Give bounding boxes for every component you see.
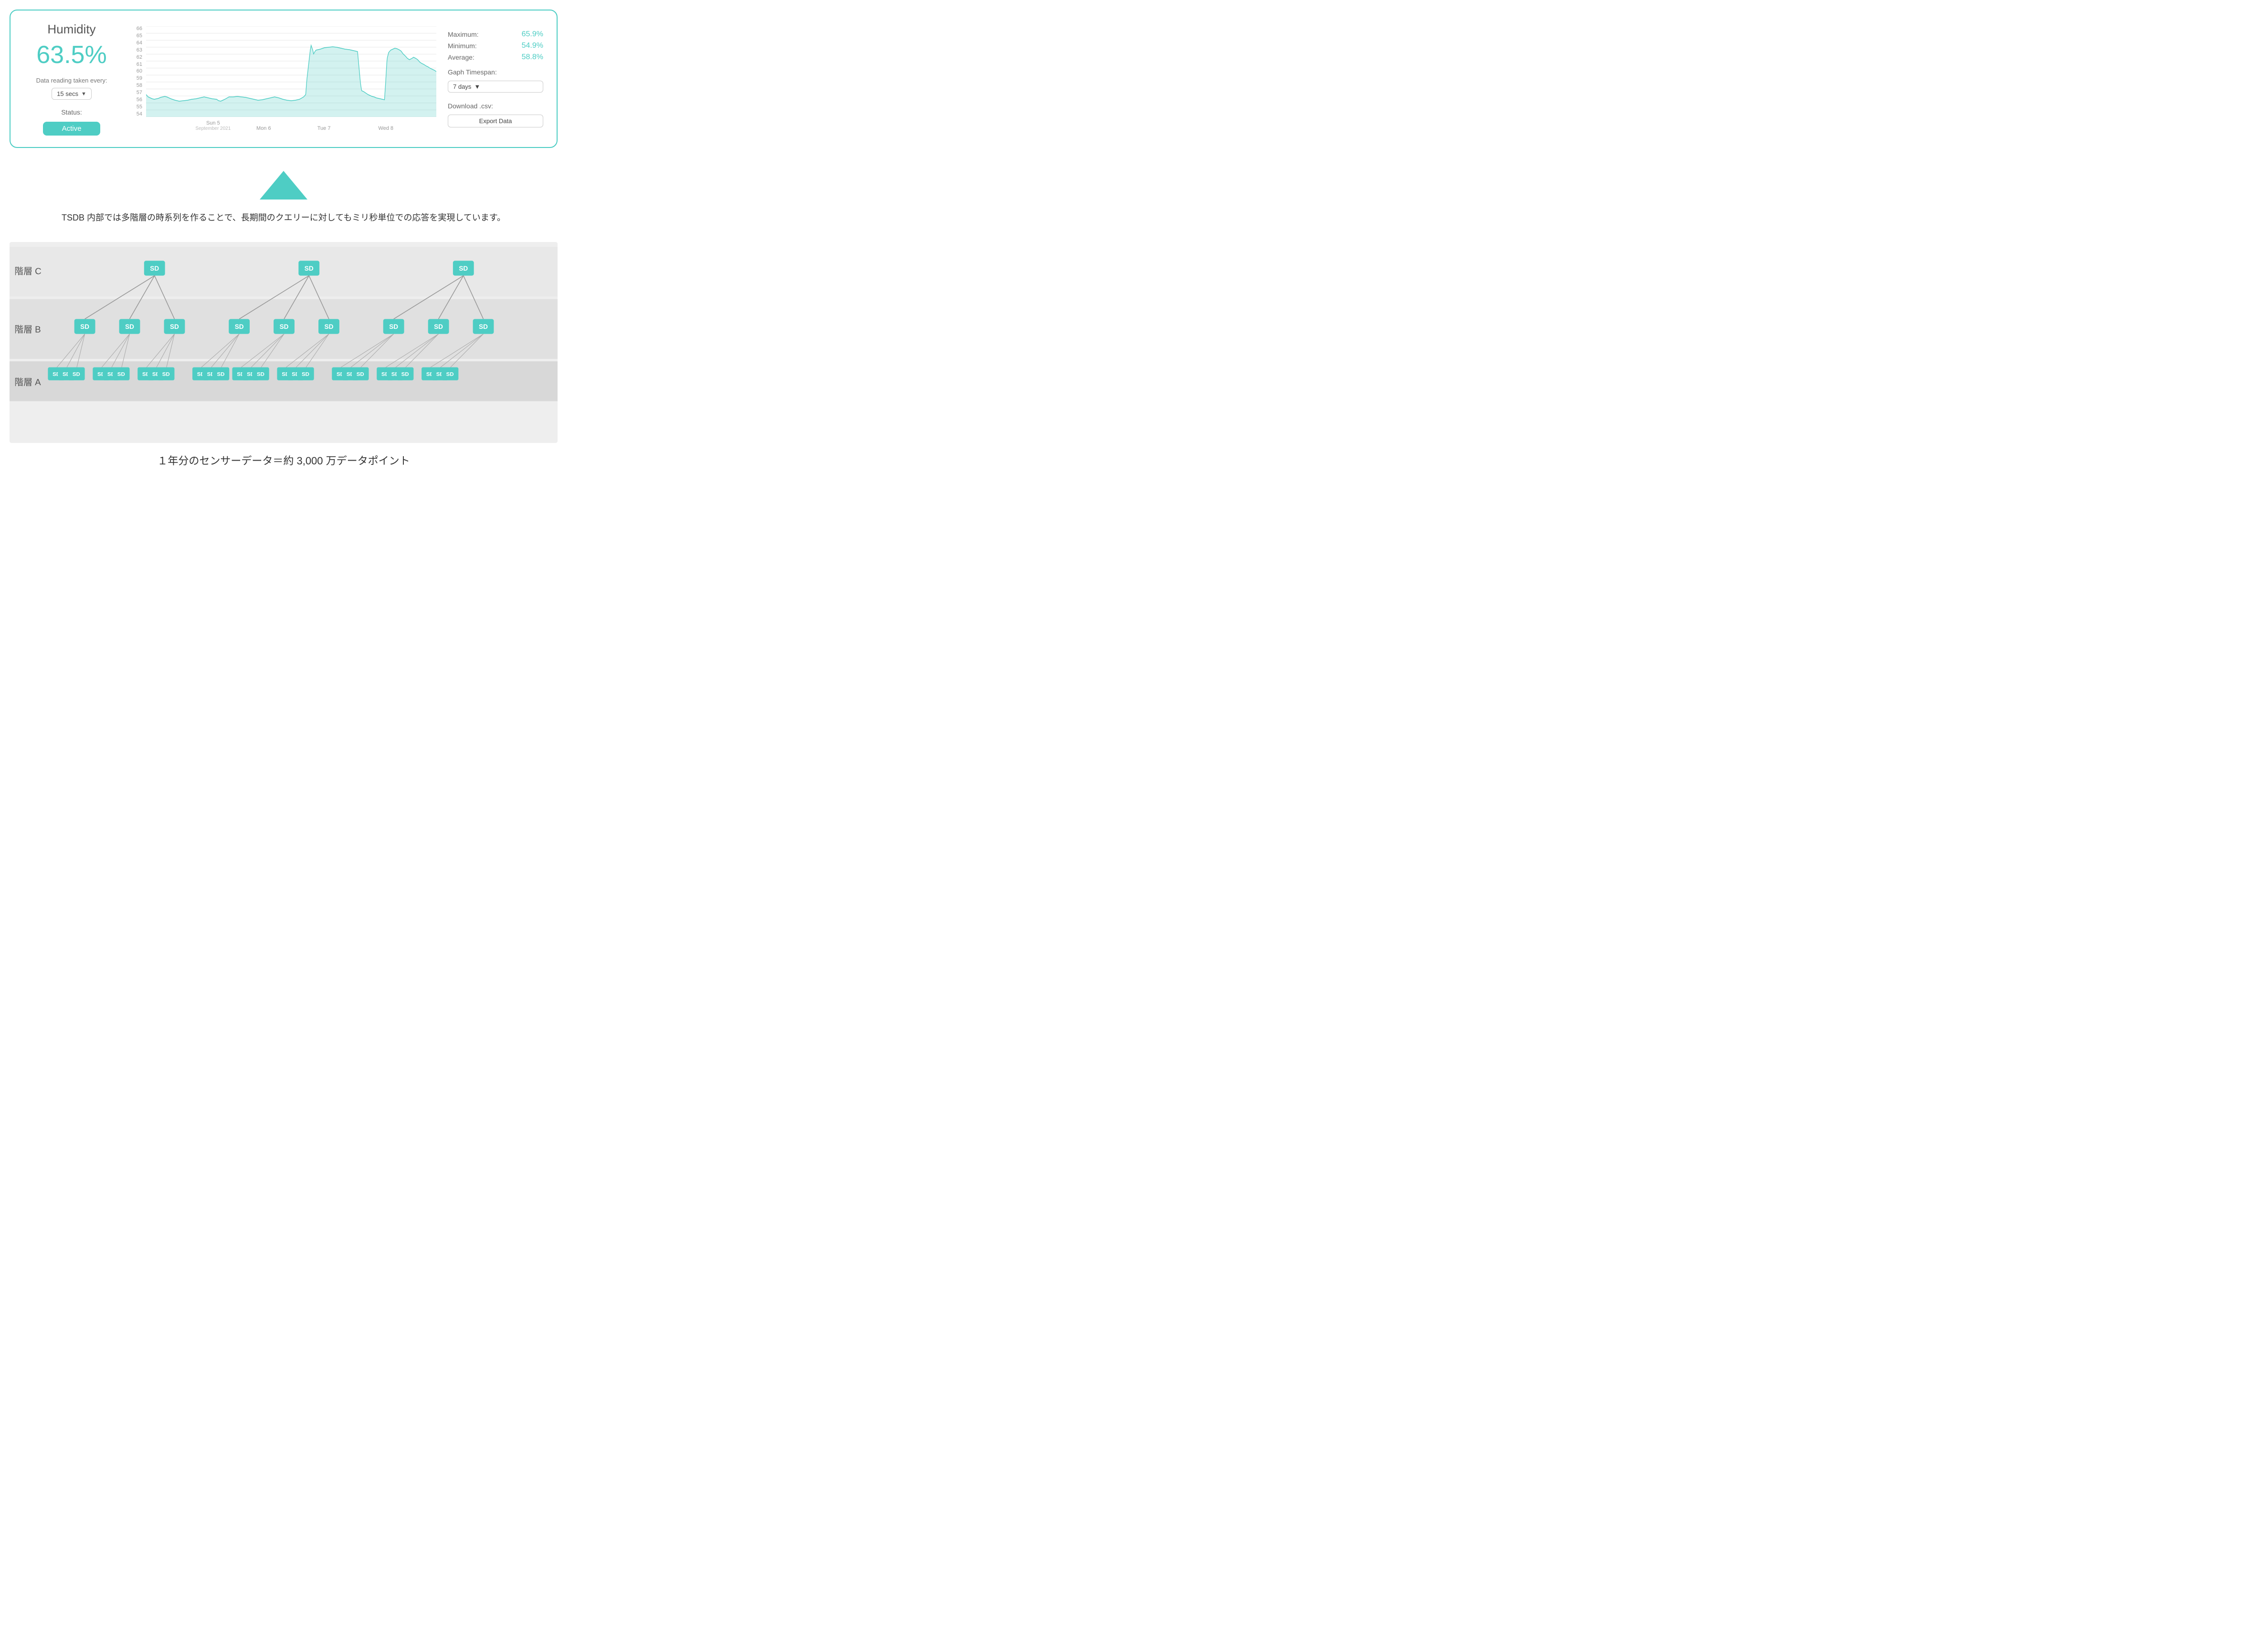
y-tick: 60 — [137, 69, 142, 74]
arrow-section — [10, 171, 558, 200]
x-label-sun5: Sun 5September 2021 — [195, 120, 231, 131]
y-tick: 64 — [137, 41, 142, 46]
sensor-card: Humidity 63.5% Data reading taken every:… — [10, 10, 558, 148]
stat-row-max: Maximum: 65.9% — [448, 30, 543, 39]
svg-text:SD: SD — [401, 371, 409, 377]
svg-text:SD: SD — [302, 371, 309, 377]
svg-text:SD: SD — [73, 371, 80, 377]
y-tick: 62 — [137, 55, 142, 60]
avg-label: Average: — [448, 53, 475, 61]
interval-select[interactable]: 15 secs ▼ — [52, 88, 92, 100]
svg-text:SD: SD — [170, 323, 179, 330]
layer-a-label: 階層 A — [14, 377, 41, 387]
svg-text:SD: SD — [479, 323, 488, 330]
chevron-down-icon: ▼ — [474, 83, 480, 90]
export-button[interactable]: Export Data — [448, 115, 543, 127]
chart-wrapper: 66 65 64 63 62 61 60 59 58 57 56 55 54 — [131, 26, 436, 131]
x-label-tue7: Tue 7 — [317, 126, 331, 131]
y-tick: 59 — [137, 76, 142, 81]
layer-b-label: 階層 B — [14, 324, 41, 334]
reading-label: Data reading taken every: — [36, 77, 107, 84]
timespan-label: Gaph Timespan: — [448, 68, 543, 76]
stat-row-avg: Average: 58.8% — [448, 53, 543, 62]
svg-text:SD: SD — [162, 371, 170, 377]
y-tick: 61 — [137, 62, 142, 67]
avg-value: 58.8% — [522, 53, 543, 62]
footer-text: １年分のセンサーデータ＝約 3,000 万データポイント — [10, 452, 558, 468]
svg-text:SD: SD — [446, 371, 454, 377]
svg-text:SD: SD — [125, 323, 134, 330]
download-label: Download .csv: — [448, 102, 543, 110]
svg-text:SD: SD — [305, 265, 314, 272]
svg-text:SD: SD — [80, 323, 89, 330]
min-value: 54.9% — [522, 42, 543, 50]
svg-text:SD: SD — [280, 323, 289, 330]
layer-c-label: 階層 C — [14, 266, 41, 276]
x-label-wed8: Wed 8 — [378, 126, 393, 131]
timespan-value: 7 days — [453, 83, 471, 90]
y-tick: 57 — [137, 90, 142, 95]
y-tick: 65 — [137, 33, 142, 39]
up-arrow-icon — [260, 171, 307, 200]
x-labels: Sun 5September 2021 Mon 6 Tue 7 Wed 8 — [146, 117, 436, 131]
y-tick: 58 — [137, 83, 142, 88]
max-label: Maximum: — [448, 31, 479, 38]
y-axis: 66 65 64 63 62 61 60 59 58 57 56 55 54 — [131, 26, 144, 117]
svg-text:SD: SD — [150, 265, 159, 272]
svg-text:SD: SD — [389, 323, 398, 330]
stat-row-min: Minimum: 54.9% — [448, 42, 543, 50]
chart-area — [146, 26, 436, 117]
y-tick: 55 — [137, 105, 142, 110]
svg-text:SD: SD — [235, 323, 244, 330]
chevron-down-icon: ▼ — [81, 91, 86, 97]
svg-text:SD: SD — [117, 371, 125, 377]
y-tick: 56 — [137, 97, 142, 103]
status-badge: Active — [43, 122, 101, 136]
jp-description: TSDB 内部では多階層の時系列を作ることで、長期間のクエリーに対してもミリ秒単… — [10, 211, 558, 225]
svg-text:SD: SD — [325, 323, 334, 330]
status-label: Status: — [61, 108, 82, 116]
chart-svg — [146, 26, 436, 117]
svg-text:SD: SD — [257, 371, 264, 377]
sensor-title: Humidity — [47, 22, 95, 37]
max-value: 65.9% — [522, 30, 543, 39]
x-label-mon6: Mon 6 — [256, 126, 271, 131]
sensor-value: 63.5% — [36, 41, 106, 69]
svg-text:SD: SD — [357, 371, 364, 377]
y-tick: 54 — [137, 112, 142, 117]
y-tick: 63 — [137, 48, 142, 53]
right-panel: Maximum: 65.9% Minimum: 54.9% Average: 5… — [448, 30, 543, 127]
left-panel: Humidity 63.5% Data reading taken every:… — [24, 22, 119, 136]
chart-container: 66 65 64 63 62 61 60 59 58 57 56 55 54 — [131, 26, 436, 131]
svg-text:SD: SD — [459, 265, 468, 272]
interval-value: 15 secs — [57, 90, 78, 97]
svg-text:SD: SD — [217, 371, 225, 377]
y-tick: 66 — [137, 26, 142, 32]
svg-text:SD: SD — [434, 323, 443, 330]
min-label: Minimum: — [448, 42, 477, 50]
timespan-select[interactable]: 7 days ▼ — [448, 81, 543, 93]
tree-diagram: 階層 C 階層 B 階層 A SD SD SD SD SD — [10, 242, 558, 443]
tree-svg: 階層 C 階層 B 階層 A SD SD SD SD SD — [10, 247, 558, 436]
